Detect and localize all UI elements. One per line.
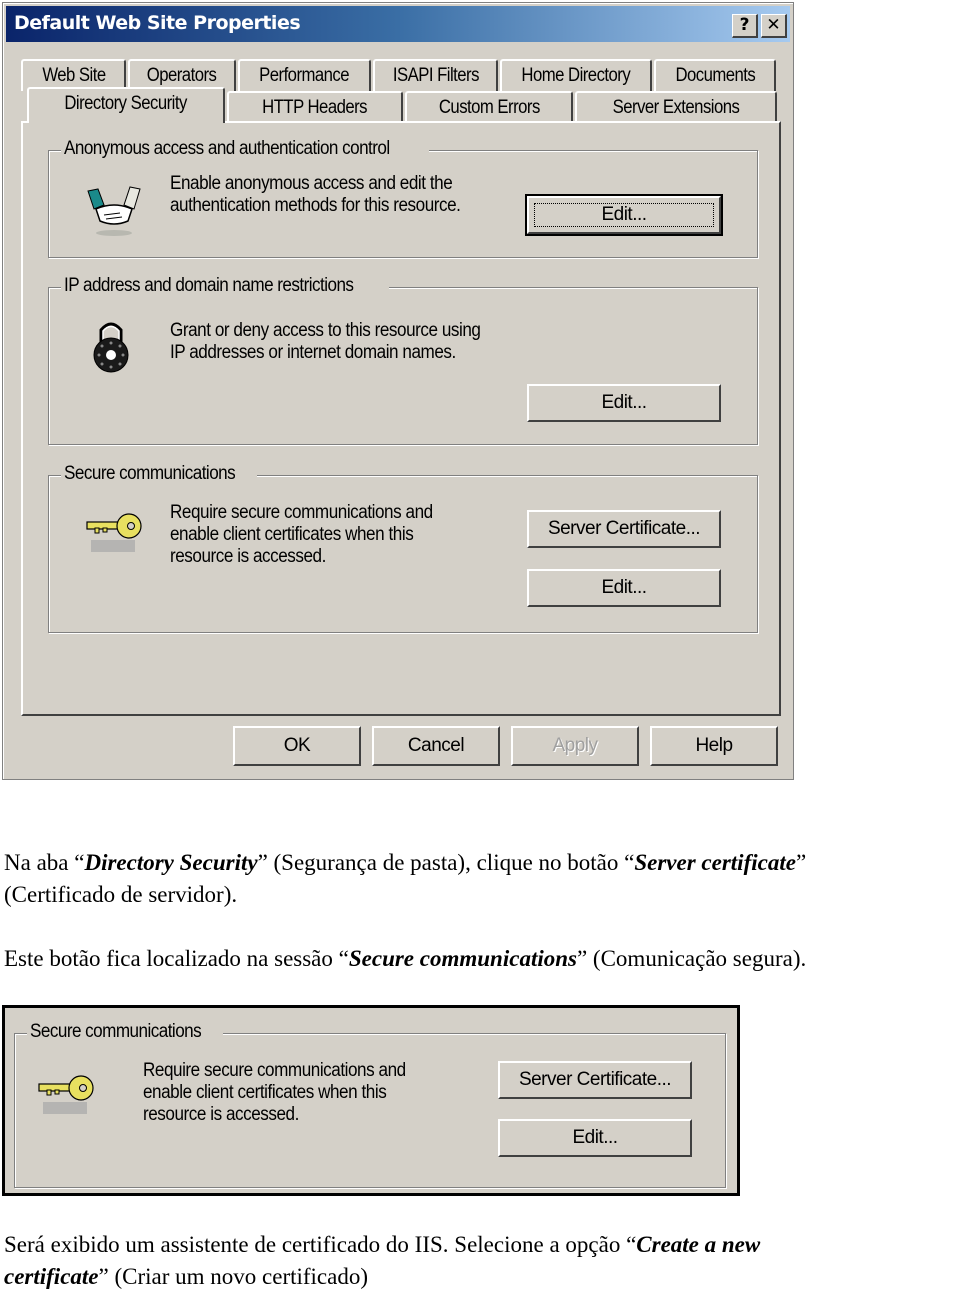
group-label: Secure communications — [27, 1021, 224, 1043]
title-bar[interactable]: Default Web Site Properties ? ✕ — [6, 6, 790, 42]
group-ip-restrictions: IP address and domain name restrictions … — [48, 275, 758, 445]
instruction-paragraph-2: Este botão fica localizado na sessão “Se… — [4, 946, 807, 971]
group-description: Enable anonymous access and edit the aut… — [170, 173, 461, 216]
tab-performance[interactable]: Performance — [238, 59, 371, 91]
tab-http-headers[interactable]: HTTP Headers — [227, 91, 403, 123]
cancel-button[interactable]: Cancel — [372, 726, 500, 766]
properties-dialog: Default Web Site Properties ? ✕ Web Site… — [2, 2, 794, 780]
server-certificate-button-detail[interactable]: Server Certificate... — [498, 1061, 692, 1099]
help-icon: ? — [739, 15, 750, 35]
tab-custom-errors[interactable]: Custom Errors — [405, 91, 573, 123]
secure-communications-detail-image: Secure communications Require secure com… — [2, 1005, 740, 1196]
edit-button-detail[interactable]: Edit... — [498, 1119, 692, 1157]
tab-directory-security[interactable]: Directory Security — [27, 87, 225, 123]
group-description: Require secure communications and enable… — [143, 1060, 406, 1125]
tab-panel-directory-security: Anonymous access and authentication cont… — [21, 121, 781, 716]
group-label: Secure communications — [61, 463, 258, 485]
dialog-title: Default Web Site Properties — [14, 12, 301, 34]
edit-ip-restrictions-button[interactable]: Edit... — [527, 384, 721, 422]
padlock-icon — [93, 322, 129, 373]
close-icon: ✕ — [766, 15, 781, 35]
group-description: Require secure communications and enable… — [170, 502, 433, 567]
key-icon — [38, 1075, 94, 1114]
tab-server-extensions[interactable]: Server Extensions — [575, 91, 777, 123]
group-secure-communications: Secure communications Require secure com… — [48, 463, 758, 633]
server-certificate-button[interactable]: Server Certificate... — [527, 510, 721, 548]
help-button[interactable]: ? — [732, 14, 758, 38]
handshake-icon — [87, 186, 141, 236]
group-secure-communications-detail: Secure communications Require secure com… — [14, 1021, 726, 1188]
edit-anonymous-access-button[interactable]: Edit... — [525, 194, 723, 236]
instruction-paragraph-3: Será exibido um assistente de certificad… — [4, 1232, 761, 1289]
edit-secure-communications-button[interactable]: Edit... — [527, 569, 721, 607]
group-label: Anonymous access and authentication cont… — [61, 138, 429, 160]
ok-button[interactable]: OK — [233, 726, 361, 766]
apply-button[interactable]: Apply — [511, 726, 639, 766]
tab-home-directory[interactable]: Home Directory — [500, 59, 652, 91]
group-anonymous-access: Anonymous access and authentication cont… — [48, 138, 758, 258]
group-description: Grant or deny access to this resource us… — [170, 320, 481, 363]
key-icon — [86, 513, 142, 552]
tab-isapi-filters[interactable]: ISAPI Filters — [373, 59, 498, 91]
help-footer-button[interactable]: Help — [650, 726, 778, 766]
tab-documents[interactable]: Documents — [654, 59, 776, 91]
instruction-paragraph-1: Na aba “Directory Security” (Segurança d… — [4, 850, 807, 907]
close-button[interactable]: ✕ — [761, 14, 787, 38]
group-label: IP address and domain name restrictions — [61, 275, 389, 297]
